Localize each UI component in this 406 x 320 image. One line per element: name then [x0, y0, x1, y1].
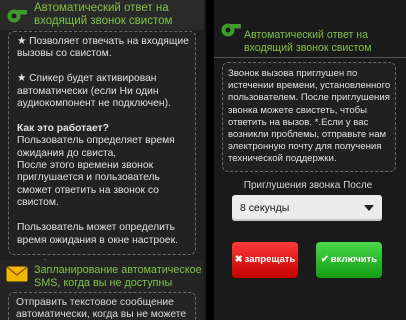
enable-button-text: включить [330, 254, 378, 265]
sms-feature-card: Отправить текстовое сообщение автоматиче… [8, 292, 196, 320]
sms-feature-title: Запланирование автоматическое SMS, когда… [34, 264, 202, 289]
sms-feature-text: Отправить текстовое сообщение автоматиче… [16, 297, 187, 320]
left-header-title: Автоматический ответ на входящий звонок … [34, 2, 173, 27]
whistle-icon [221, 23, 241, 37]
close-icon: ✖ [234, 254, 243, 265]
dialog-info-card: Звонок вызова приглушен по истечении вре… [222, 62, 396, 172]
deny-button-label: ✖ запрещать [232, 254, 298, 265]
dropdown-arrow-icon [364, 205, 374, 211]
deny-button[interactable]: ✖ запрещать [232, 242, 298, 278]
dialog-info-text: Звонок вызова приглушен по истечении вре… [228, 68, 391, 165]
sms-feature-item[interactable]: Запланирование автоматическое SMS, когда… [0, 260, 204, 320]
dialog-header: Автоматический ответ на входящий звонок … [214, 12, 404, 57]
mute-delay-value: 8 секунды [240, 202, 290, 214]
enable-button-label: ✔ включить [316, 254, 382, 265]
mute-delay-label: Приглушения звонка После [243, 180, 373, 191]
dialog-title: Автоматический ответ на входящий звонок … [244, 29, 372, 54]
left-header: Автоматический ответ на входящий звонок … [0, 0, 204, 30]
envelope-icon [6, 266, 28, 282]
left-info-text: ★ Позволяет отвечать на входящие вызовы … [17, 36, 193, 284]
enable-button[interactable]: ✔ включить [316, 242, 382, 278]
left-info-heading: Как это работает? [17, 122, 109, 134]
whistle-icon [7, 9, 27, 23]
dialog-divider [214, 57, 406, 58]
mute-delay-select[interactable]: 8 секунды [232, 195, 382, 221]
left-info-intro: ★ Позволяет отвечать на входящие вызовы … [17, 36, 189, 110]
check-icon: ✔ [320, 254, 329, 265]
deny-button-text: запрещать [244, 254, 296, 265]
left-info-card: ★ Позволяет отвечать на входящие вызовы … [8, 31, 196, 283]
right-screen: Автоматический ответ на входящий звонок … [206, 0, 406, 320]
left-screen: Автоматический ответ на входящий звонок … [0, 0, 204, 320]
